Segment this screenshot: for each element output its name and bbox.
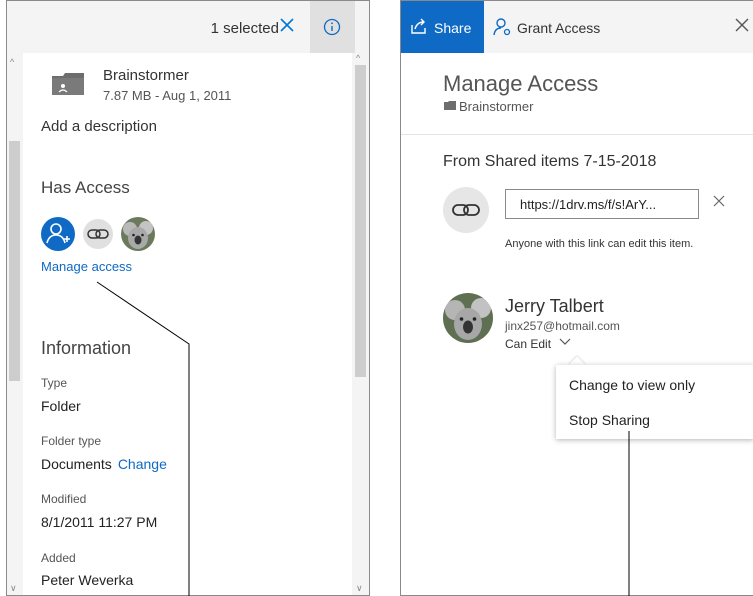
callout-lines <box>96 281 630 596</box>
